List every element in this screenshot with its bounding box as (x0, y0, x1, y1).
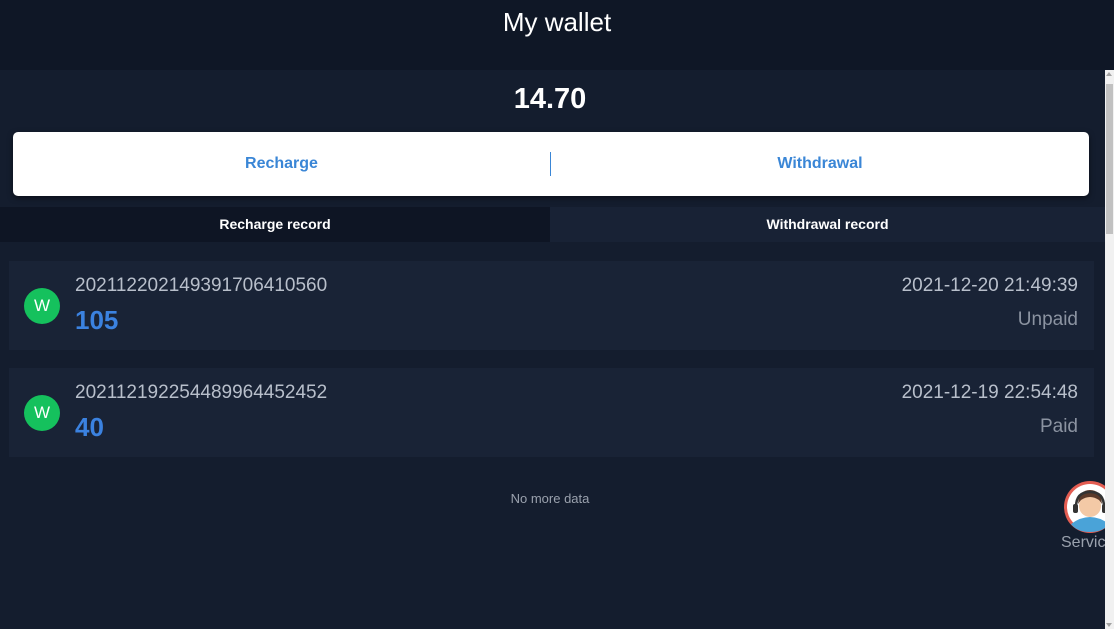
tab-recharge-record[interactable]: Recharge record (0, 207, 550, 242)
vertical-scrollbar[interactable] (1105, 70, 1114, 629)
record-status: Unpaid (1017, 309, 1078, 330)
withdrawal-button[interactable]: Withdrawal (551, 132, 1089, 196)
record-time: 2021-12-20 21:49:39 (901, 275, 1078, 296)
wallet-actions: Recharge Withdrawal (13, 132, 1089, 196)
record-tabs: Recharge record Withdrawal record (0, 207, 1105, 242)
record-item[interactable]: W 202112192254489964452452 40 2021-12-19… (9, 368, 1094, 457)
record-amount: 105 (75, 305, 119, 335)
record-amount: 40 (75, 412, 104, 442)
scroll-down-icon[interactable] (1106, 623, 1112, 627)
app-header: My wallet (0, 0, 1114, 70)
tab-withdrawal-record[interactable]: Withdrawal record (550, 207, 1105, 242)
order-id: 202112192254489964452452 (75, 382, 328, 403)
record-status: Paid (1039, 416, 1078, 437)
list-end-message: No more data (510, 491, 590, 506)
wallet-balance: 14.70 (513, 83, 587, 115)
wallet-type-badge: W (24, 288, 60, 324)
record-item[interactable]: W 202112202149391706410560 105 2021-12-2… (9, 261, 1094, 350)
page-title: My wallet (502, 7, 612, 37)
scrollbar-thumb[interactable] (1106, 84, 1113, 234)
scroll-up-icon[interactable] (1106, 72, 1112, 76)
order-id: 202112202149391706410560 (75, 275, 328, 296)
recharge-button[interactable]: Recharge (13, 132, 550, 196)
record-time: 2021-12-19 22:54:48 (901, 382, 1078, 403)
wallet-type-badge: W (24, 395, 60, 431)
